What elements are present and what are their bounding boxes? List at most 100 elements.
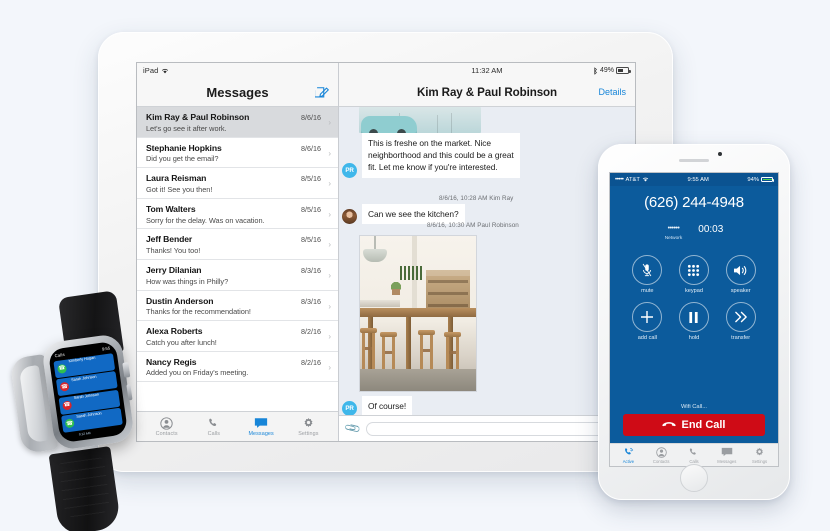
end-call-label: End Call — [681, 419, 726, 431]
thread-body[interactable]: PR This is freshe on the market. Nice ne… — [339, 107, 635, 415]
conversation-date: 8/3/16 — [301, 265, 321, 275]
list-item[interactable]: Tom Walters Sorry for the delay. Was on … — [137, 199, 338, 230]
tab-settings[interactable]: Settings — [288, 416, 328, 437]
missed-call-icon: ☎ — [59, 381, 70, 392]
tab-label: Settings — [752, 458, 768, 464]
phone-down-icon — [662, 421, 677, 430]
message-meta: 8/6/16, 10:28 AM Kim Ray — [439, 195, 514, 202]
ipad-device: iPad Messages Kim Ray & Paul Robinson Le… — [98, 32, 673, 472]
conversation-snippet: Did you get the email? — [146, 154, 219, 164]
conversation-date: 8/5/16 — [301, 174, 321, 184]
tab-calls[interactable]: Calls — [679, 447, 709, 464]
list-item[interactable]: Nancy Regis Added you on Friday's meetin… — [137, 352, 338, 383]
watch-case: Calls 9:55 ☎ Kimberly Hogan 10:12 AM ☎ S… — [40, 332, 136, 452]
control-label: hold — [688, 335, 700, 341]
speaker-button[interactable]: speaker — [717, 255, 764, 294]
tab-label: Active — [622, 458, 635, 464]
tab-label: Settings — [298, 431, 319, 437]
conversation-snippet: Added you on Friday's meeting. — [146, 368, 249, 378]
signal-strength-icon: ••••• — [615, 176, 624, 183]
conversation-snippet: Sorry for the delay. Was on vacation. — [146, 215, 265, 225]
message-row-incoming[interactable]: PR This is freshe on the market. Nice ne… — [342, 133, 520, 178]
message-row-incoming[interactable]: PR Of course! — [342, 396, 413, 415]
end-call-button[interactable]: End Call — [623, 414, 765, 436]
missed-call-icon: ☎ — [62, 400, 73, 411]
call-number: (626) 244-4948 — [644, 194, 744, 211]
mute-button[interactable]: mute — [624, 255, 671, 294]
conversation-date: 8/6/16 — [301, 143, 321, 153]
incoming-call-icon: ☎ — [56, 363, 68, 374]
conversation-snippet: Thanks! You too! — [146, 246, 201, 256]
list-item[interactable]: Stephanie Hopkins Did you get the email?… — [137, 138, 338, 169]
watch-call-name: Kimberly Hogan — [68, 354, 96, 364]
call-controls[interactable]: mute keypad speaker add call hold transf… — [610, 241, 778, 341]
message-input[interactable] — [365, 421, 628, 436]
digital-crown[interactable] — [122, 362, 131, 378]
kitchen-interior-photo — [360, 236, 476, 391]
transfer-button[interactable]: transfer — [717, 302, 764, 341]
tab-settings[interactable]: Settings — [745, 447, 775, 464]
list-item[interactable]: Dustin Anderson Thanks for the recommend… — [137, 291, 338, 322]
thread-status-bar: 11:32 AM 49% — [339, 63, 635, 78]
chevron-right-icon: › — [328, 332, 331, 342]
watch-call-name: Sarah Johnson — [70, 373, 97, 382]
side-button[interactable] — [126, 384, 133, 401]
message-image-kitchen[interactable] — [359, 235, 477, 392]
wifi-call-status: Wifi Call... — [680, 404, 708, 410]
conversation-snippet: Got it! See you then! — [146, 184, 213, 194]
tab-messages[interactable]: Messages — [241, 416, 281, 437]
list-item[interactable]: Kim Ray & Paul Robinson Let's go see it … — [137, 107, 338, 138]
active-call-icon — [623, 447, 634, 458]
home-button[interactable] — [680, 464, 708, 492]
control-label: transfer — [731, 335, 751, 341]
keypad-button[interactable]: keypad — [671, 255, 718, 294]
list-item[interactable]: Jerry Dilanian How was things in Philly?… — [137, 260, 338, 291]
control-label: add call — [637, 335, 657, 341]
status-time: 9:55 AM — [687, 176, 709, 183]
pause-icon — [678, 302, 709, 332]
iphone-tab-bar[interactable]: Active Contacts Calls Messages Settings — [610, 443, 778, 466]
watch-title: Calls — [54, 351, 66, 359]
ipad-tab-bar[interactable]: Contacts Calls Messages Settings — [137, 411, 338, 441]
ipad-screen: iPad Messages Kim Ray & Paul Robinson Le… — [136, 62, 636, 442]
tab-label: Calls — [689, 458, 699, 464]
chevron-right-icon: › — [328, 240, 331, 250]
compose-icon[interactable] — [315, 84, 330, 99]
hold-button[interactable]: hold — [671, 302, 718, 341]
ipad-status-bar: iPad — [137, 63, 338, 78]
list-item[interactable]: Laura Reisman Got it! See you then! 8/5/… — [137, 168, 338, 199]
control-label: mute — [641, 288, 654, 294]
network-bars: •••••• — [667, 225, 680, 232]
tab-calls[interactable]: Calls — [194, 416, 234, 437]
call-subinfo: •••••• Network 00:03 — [610, 217, 778, 242]
thread-title: Kim Ray & Paul Robinson — [416, 85, 558, 99]
tab-contacts[interactable]: Contacts — [646, 446, 676, 464]
exterior-photo — [359, 107, 481, 133]
network-indicator: •••••• Network — [665, 217, 683, 241]
message-image-exterior[interactable] — [359, 107, 481, 133]
conversation-snippet: How was things in Philly? — [146, 276, 229, 286]
chevrons-right-icon — [725, 302, 756, 332]
paperclip-icon[interactable]: 📎 — [344, 419, 362, 438]
battery-percent: 49% — [599, 67, 614, 74]
list-item[interactable]: Alexa Roberts Catch you after lunch! 8/2… — [137, 321, 338, 352]
conversation-snippet: Thanks for the recommendation! — [146, 307, 251, 317]
conversation-list[interactable]: Kim Ray & Paul Robinson Let's go see it … — [137, 107, 338, 411]
list-item[interactable]: Jeff Bender Thanks! You too! 8/5/16 › — [137, 229, 338, 260]
chevron-right-icon: › — [328, 179, 331, 189]
add-call-button[interactable]: add call — [624, 302, 671, 341]
conversation-snippet: Catch you after lunch! — [146, 337, 217, 347]
tab-label: Messages — [717, 458, 737, 464]
messages-title: Messages — [206, 84, 269, 100]
message-composer[interactable]: 📎 — [339, 415, 635, 441]
watch-call-time: 9:12 AM — [78, 430, 91, 437]
details-button[interactable]: Details — [598, 87, 626, 97]
conversation-date: 8/6/16 — [301, 113, 321, 122]
wifi-icon — [642, 177, 649, 182]
messages-list-pane: iPad Messages Kim Ray & Paul Robinson Le… — [137, 63, 339, 441]
watch-call-name: Sarah Johnson — [73, 391, 100, 401]
chevron-right-icon: › — [328, 270, 331, 280]
tab-active[interactable]: Active — [613, 447, 643, 464]
tab-messages[interactable]: Messages — [712, 447, 742, 464]
plus-icon — [632, 302, 663, 332]
